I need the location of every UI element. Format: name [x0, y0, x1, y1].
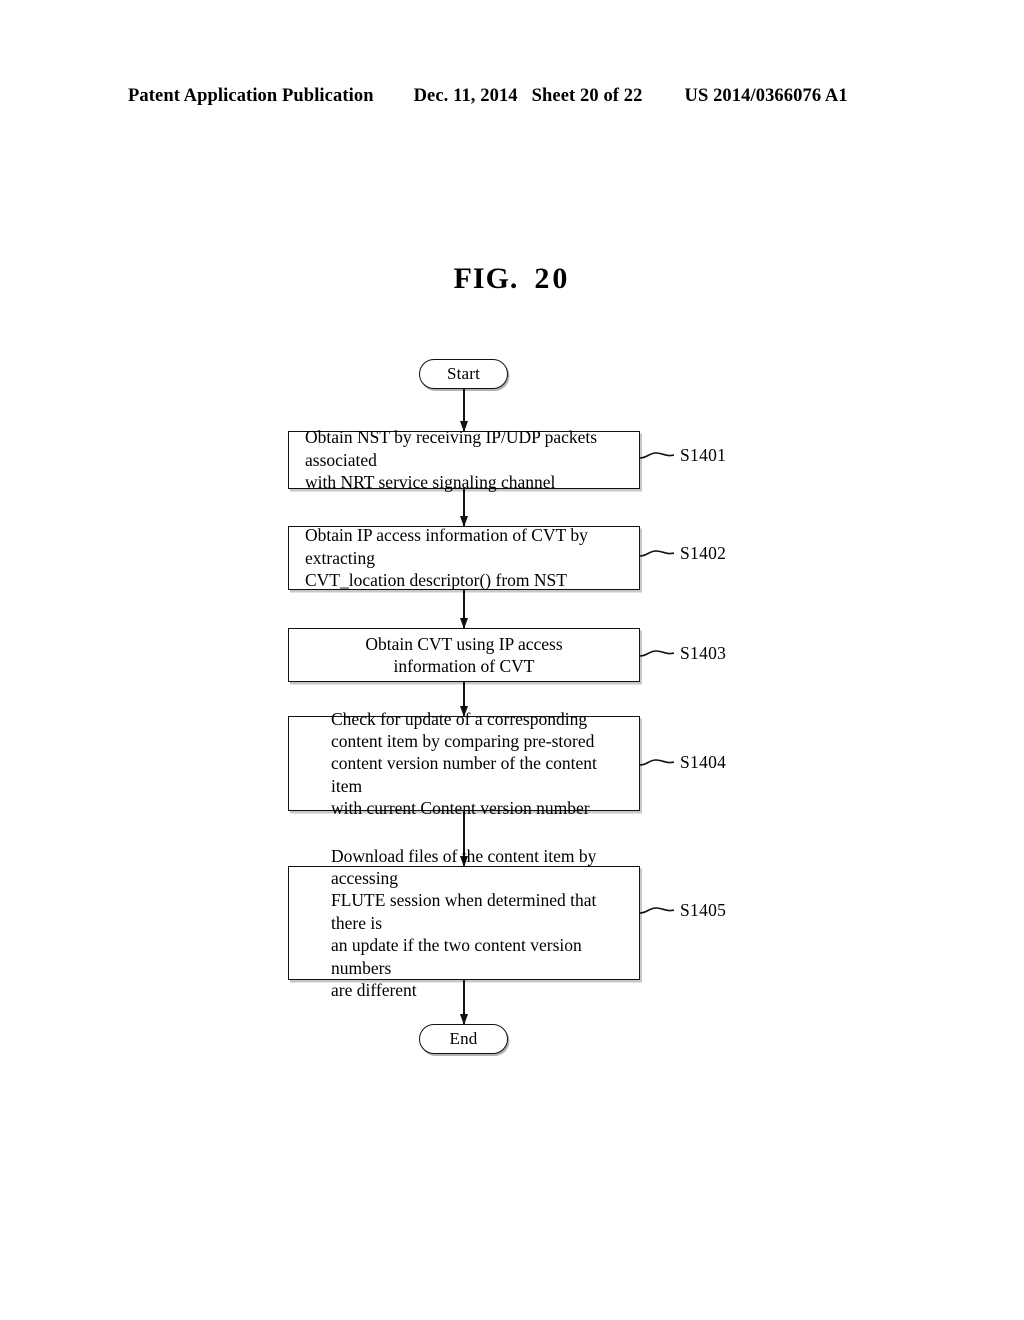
flowchart-step-text-s1401: Obtain NST by receiving IP/UDP packets a… [305, 427, 598, 493]
flowchart-step-id-s1402: S1402 [680, 543, 727, 563]
flowchart-end-label: End [449, 1029, 478, 1048]
flowchart-step-text-s1404: Check for update of a corresponding cont… [331, 708, 597, 819]
wavy-leader-icon [640, 547, 674, 561]
flowchart-step-label-s1404: S1404 [640, 752, 726, 773]
flowchart-step-label-s1405: S1405 [640, 900, 726, 921]
flowchart-step-id-s1403: S1403 [680, 643, 727, 663]
flowchart-step-box-s1402: Obtain IP access information of CVT by e… [288, 525, 640, 591]
flowchart-step-id-s1405: S1405 [680, 900, 727, 920]
connector-step-2-to-step-3 [459, 590, 468, 629]
connector-step-5-to-end [459, 980, 468, 1025]
flowchart-step-label-s1402: S1402 [640, 543, 726, 564]
wavy-leader-icon [640, 904, 674, 918]
flowchart-step-box-s1401: Obtain NST by receiving IP/UDP packets a… [288, 427, 640, 492]
connector-start-to-step-1 [459, 389, 468, 432]
flowchart-step-text-s1402: Obtain IP access information of CVT by e… [305, 525, 588, 591]
flowchart-step-id-s1401: S1401 [680, 445, 727, 465]
flowchart-step-text-s1405: Download files of the content item by ac… [331, 845, 597, 1000]
flowchart-step-box-s1403: Obtain CVT using IP access information o… [288, 628, 640, 682]
flowchart-step-box-s1404: Check for update of a corresponding cont… [288, 709, 640, 818]
wavy-leader-icon [640, 449, 674, 463]
connector-step-1-to-step-2 [459, 489, 468, 527]
flowchart-step-label-s1401: S1401 [640, 445, 726, 466]
flowchart-step-id-s1404: S1404 [680, 752, 727, 772]
flowchart-start-node: Start [419, 359, 508, 389]
flowchart-step-label-s1403: S1403 [640, 643, 726, 664]
wavy-leader-icon [640, 756, 674, 770]
flowchart-step-box-s1405: Download files of the content item by ac… [288, 846, 640, 1000]
flowchart-end-node: End [419, 1024, 508, 1054]
flowchart-step-text-s1403: Obtain CVT using IP access information o… [365, 633, 563, 676]
wavy-leader-icon [640, 647, 674, 661]
flowchart-start-label: Start [446, 364, 481, 383]
flowchart-diagram: Start Obtain NST by receiving IP/UDP pac… [0, 0, 1024, 1320]
